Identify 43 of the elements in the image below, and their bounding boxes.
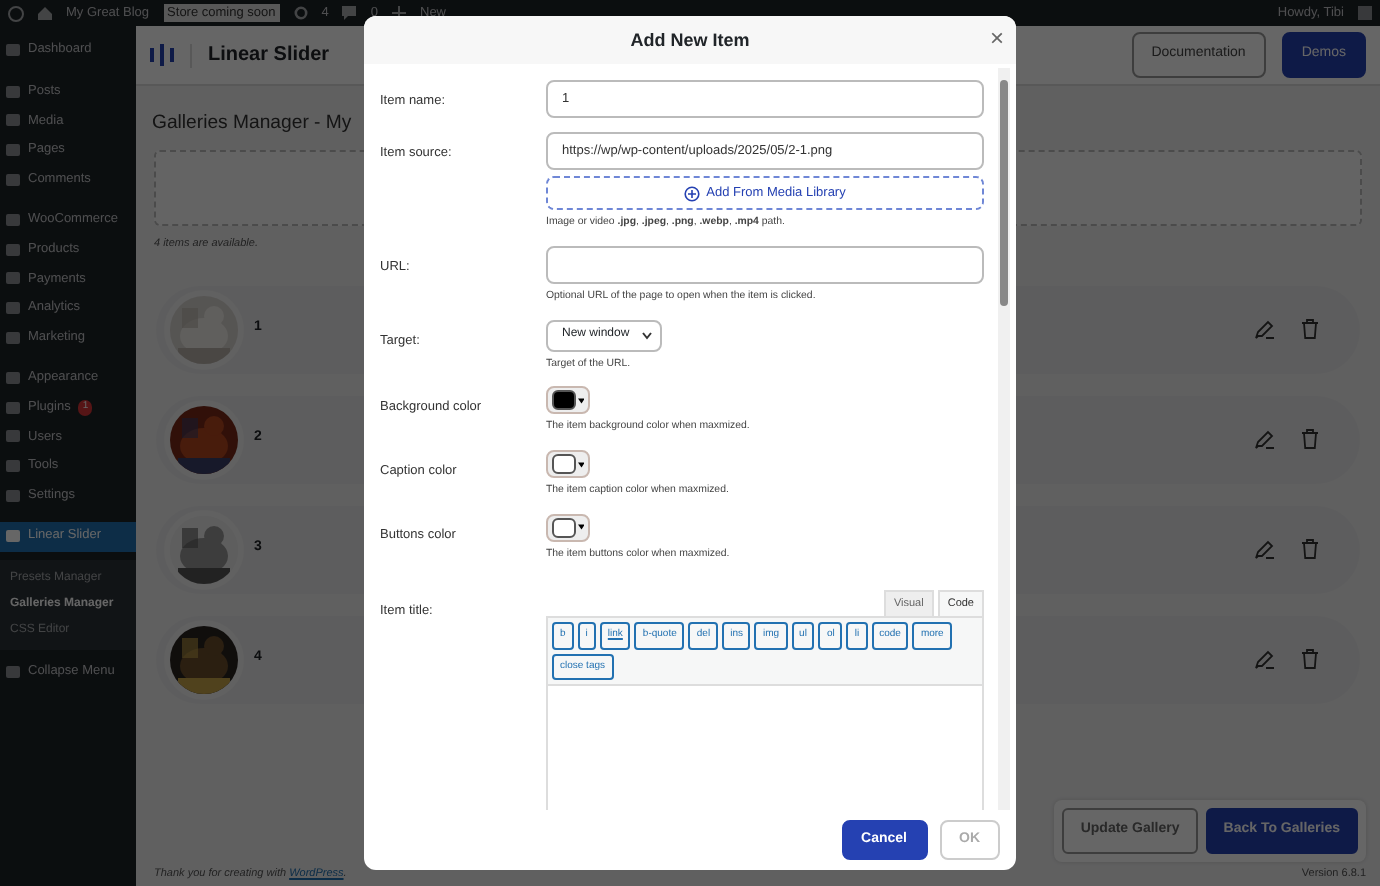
app-title: Linear Slider	[190, 43, 330, 67]
menu-icon	[6, 489, 20, 502]
dropdown-caret-icon	[577, 461, 584, 468]
color-picker-button[interactable]	[546, 513, 590, 542]
collapse-icon	[6, 665, 20, 678]
menu-icon	[6, 173, 20, 186]
color-picker-button[interactable]	[546, 450, 590, 479]
menu-icon	[6, 530, 20, 543]
dropdown-caret-icon	[577, 524, 584, 531]
trash-icon[interactable]	[1300, 538, 1320, 561]
home-icon[interactable]	[38, 6, 52, 20]
scrollbar[interactable]	[998, 68, 1010, 810]
pencil-icon[interactable]	[1254, 648, 1276, 671]
chevron-down-icon	[642, 331, 652, 340]
text-input[interactable]	[546, 245, 984, 284]
menu-icon	[6, 214, 20, 227]
menu-icon	[6, 430, 20, 443]
trash-icon[interactable]	[1300, 648, 1320, 671]
menu-icon	[6, 401, 20, 414]
menu-icon	[6, 44, 20, 57]
updates-icon[interactable]	[293, 6, 308, 20]
pencil-icon[interactable]	[1254, 428, 1276, 451]
comment-icon[interactable]	[342, 6, 357, 20]
menu-icon	[6, 144, 20, 157]
menu-icon	[6, 114, 20, 127]
trash-icon[interactable]	[1300, 318, 1320, 341]
slider-logo-icon	[150, 44, 174, 66]
menu-icon	[6, 85, 20, 98]
page-title: Galleries Manager - My	[152, 110, 354, 138]
menu-icon	[6, 372, 20, 385]
pencil-icon[interactable]	[1254, 318, 1276, 341]
dropdown-caret-icon	[577, 397, 584, 404]
menu-icon	[6, 302, 20, 315]
color-picker-button[interactable]	[546, 386, 590, 415]
dialog-title: Add New Item	[630, 29, 750, 51]
menu-icon	[6, 331, 20, 344]
trash-icon[interactable]	[1300, 428, 1320, 451]
plus-circle-icon	[684, 185, 701, 201]
close-button[interactable]: ×	[989, 24, 1004, 52]
menu-icon	[6, 243, 20, 256]
pencil-icon[interactable]	[1254, 538, 1276, 561]
menu-icon	[6, 272, 20, 285]
menu-icon	[6, 460, 20, 473]
